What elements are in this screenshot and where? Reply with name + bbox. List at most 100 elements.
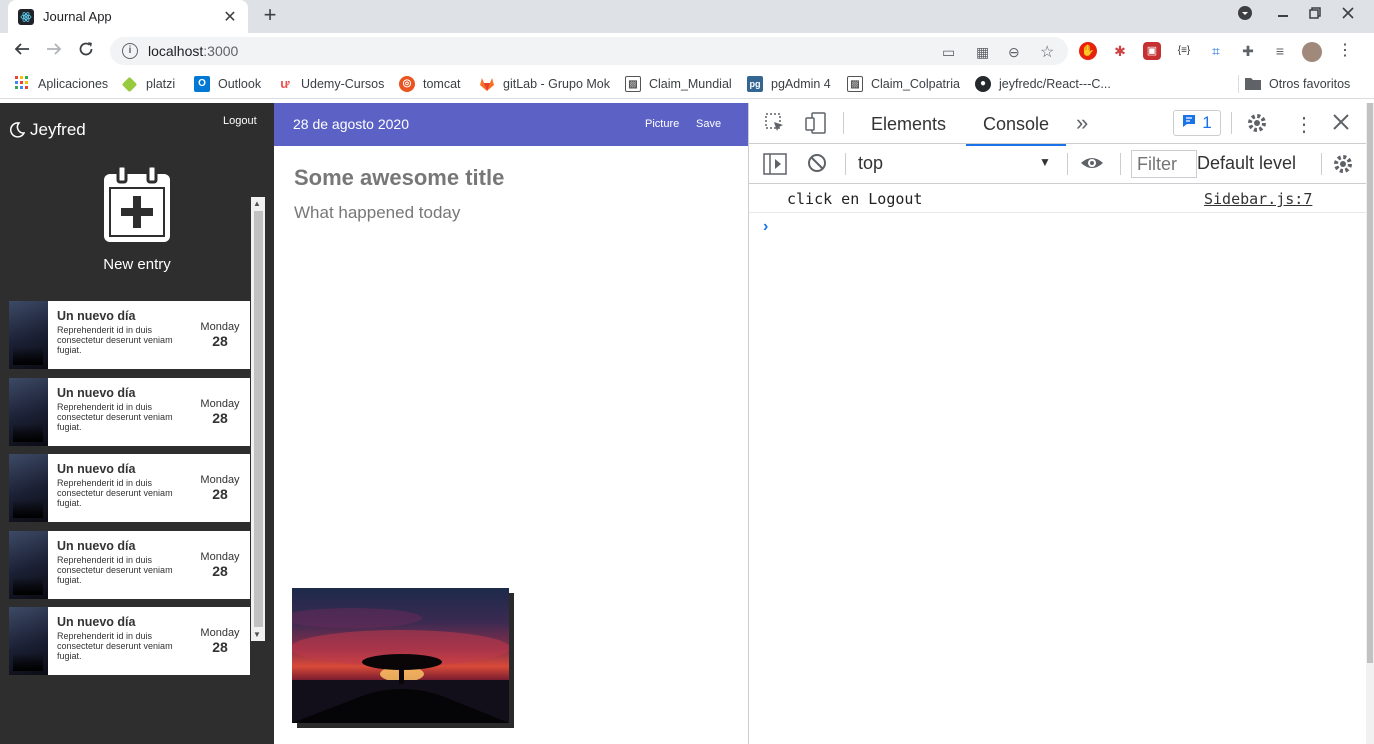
log-level-selector[interactable]: Default level — [1197, 153, 1296, 174]
new-tab-button[interactable]: + — [258, 4, 282, 28]
console-log-source-link[interactable]: Sidebar.js:7 — [1204, 190, 1312, 208]
minimize-icon[interactable] — [1273, 4, 1293, 21]
bookmark-label: pgAdmin 4 — [771, 77, 831, 91]
clear-console-icon[interactable] — [807, 153, 827, 178]
divider — [1120, 153, 1121, 175]
scroll-up-arrow-icon[interactable]: ▲ — [253, 199, 261, 208]
json-extension-icon[interactable]: {≡} — [1175, 42, 1193, 60]
bookmark-gitlab[interactable]: gitLab - Grupo Mok — [479, 75, 610, 93]
new-entry-button[interactable]: New entry — [0, 164, 274, 273]
grid-extension-icon[interactable]: ▣ — [1143, 42, 1161, 60]
media-control-icon[interactable]: ≡ — [1271, 42, 1289, 60]
entry-date: Monday 28 — [190, 607, 250, 675]
puzzle-extensions-icon[interactable]: ✚ — [1239, 42, 1257, 60]
scroll-down-arrow-icon[interactable]: ▼ — [253, 630, 261, 639]
save-button[interactable]: Save — [696, 118, 721, 130]
entry-thumbnail — [9, 454, 48, 522]
tab-elements[interactable]: Elements — [871, 114, 946, 135]
page-scrollbar[interactable] — [1366, 103, 1374, 744]
note-appbar: 28 de agosto 2020 Picture Save — [274, 103, 749, 146]
divider — [843, 112, 844, 134]
bookmark-claim-colpatria[interactable]: ▨ Claim_Colpatria — [847, 75, 960, 93]
device-toolbar-icon[interactable] — [805, 112, 827, 139]
ubuntu-icon: ◎ — [399, 76, 415, 92]
restore-icon[interactable] — [1305, 6, 1325, 22]
kebab-menu-icon[interactable]: ⋮ — [1294, 112, 1314, 137]
folder-icon — [1245, 76, 1261, 92]
live-expression-eye-icon[interactable] — [1080, 153, 1104, 178]
bookmark-label: gitLab - Grupo Mok — [503, 77, 610, 91]
journal-entry[interactable]: Un nuevo día Reprehenderit id in duis co… — [9, 607, 250, 675]
profile-avatar[interactable] — [1302, 42, 1322, 62]
address-bar[interactable]: i localhost:3000 ▭ ▦ ⊖ ☆ — [110, 37, 1068, 65]
context-selector[interactable]: top — [858, 153, 883, 174]
platzi-icon — [121, 76, 138, 92]
reload-icon[interactable] — [74, 39, 98, 63]
note-body-textarea[interactable]: What happened today — [294, 203, 460, 223]
adblock-extension-icon[interactable]: ✋ — [1079, 42, 1097, 60]
bookmark-label: platzi — [146, 77, 176, 91]
entry-day-number: 28 — [212, 410, 228, 426]
console-settings-gear-icon[interactable] — [1332, 153, 1354, 180]
browser-tab[interactable]: Journal App ✕ — [8, 0, 248, 33]
url-text: localhost:3000 — [148, 43, 238, 59]
entry-body: Un nuevo día Reprehenderit id in duis co… — [48, 454, 190, 522]
inspect-element-icon[interactable] — [765, 113, 785, 138]
entry-text: Reprehenderit id in duis consectetur des… — [57, 325, 173, 355]
bookmark-claim-mundial[interactable]: ▨ Claim_Mundial — [625, 75, 732, 93]
bookmark-star-icon[interactable]: ☆ — [1040, 42, 1054, 62]
note-editor: 28 de agosto 2020 Picture Save Some awes… — [274, 103, 749, 744]
brand: Jeyfred — [9, 120, 86, 140]
forward-icon[interactable] — [42, 39, 66, 63]
journal-entry[interactable]: Un nuevo día Reprehenderit id in duis co… — [9, 301, 250, 369]
tab-search-icon[interactable] — [1235, 6, 1255, 23]
browser-toolbar: i localhost:3000 ▭ ▦ ⊖ ☆ — [0, 33, 1374, 69]
picture-button[interactable]: Picture — [645, 118, 679, 130]
bookmark-pgadmin[interactable]: pg pgAdmin 4 — [747, 75, 831, 93]
menu-dots-icon[interactable]: ⋮ — [1336, 42, 1354, 60]
qr-code-icon[interactable]: ▦ — [976, 44, 989, 61]
back-icon[interactable] — [10, 39, 34, 63]
show-sidebar-icon[interactable] — [763, 153, 787, 180]
entry-day-number: 28 — [212, 486, 228, 502]
more-tabs-icon[interactable]: » — [1076, 110, 1088, 136]
react-icon — [18, 8, 34, 25]
bookmark-udemy[interactable]: ư Udemy-Cursos — [277, 75, 384, 93]
bookmark-aplicaciones[interactable]: Aplicaciones — [14, 75, 108, 93]
bug-extension-icon[interactable]: ✱ — [1111, 42, 1129, 60]
console-prompt-icon[interactable]: › — [763, 218, 768, 236]
dropdown-arrow-icon[interactable]: ▼ — [1039, 155, 1051, 169]
console-filter-input[interactable] — [1131, 150, 1197, 178]
brand-name: Jeyfred — [30, 120, 86, 139]
close-tab-icon[interactable]: ✕ — [222, 7, 238, 27]
bookmark-outlook[interactable]: O Outlook — [194, 75, 261, 93]
entry-body: Un nuevo día Reprehenderit id in duis co… — [48, 378, 190, 446]
bookmark-otros-favoritos[interactable]: Otros favoritos — [1238, 75, 1350, 93]
github-icon: ● — [975, 76, 991, 92]
note-title-input[interactable]: Some awesome title — [294, 165, 504, 191]
outlook-icon: O — [194, 76, 210, 92]
issues-badge[interactable]: 1 — [1173, 110, 1221, 136]
issues-count: 1 — [1202, 113, 1212, 132]
entry-text: Reprehenderit id in duis consectetur des… — [57, 631, 173, 661]
pg-icon: pg — [747, 76, 763, 92]
close-window-icon[interactable] — [1338, 6, 1358, 22]
bookmark-platzi[interactable]: platzi — [121, 75, 176, 93]
journal-entry[interactable]: Un nuevo día Reprehenderit id in duis co… — [9, 531, 250, 599]
journal-entry[interactable]: Un nuevo día Reprehenderit id in duis co… — [9, 378, 250, 446]
grid-frame-extension-icon[interactable]: ⌗ — [1207, 42, 1225, 60]
tab-console[interactable]: Console — [966, 114, 1067, 146]
bookmark-tomcat[interactable]: ◎ tomcat — [399, 75, 461, 93]
site-info-icon[interactable]: i — [122, 43, 138, 59]
bookmark-github-repo[interactable]: ● jeyfredc/React---C... — [975, 75, 1111, 93]
cast-icon[interactable]: ▭ — [942, 44, 955, 61]
settings-gear-icon[interactable] — [1246, 112, 1268, 139]
entries-scrollbar[interactable]: ▲ ▼ — [251, 197, 265, 641]
divider — [1321, 153, 1322, 175]
logout-button[interactable]: Logout — [223, 115, 257, 127]
zoom-icon[interactable]: ⊖ — [1008, 44, 1020, 61]
page-scrollbar-thumb[interactable] — [1367, 103, 1373, 663]
scrollbar-thumb[interactable] — [254, 211, 263, 627]
journal-entry[interactable]: Un nuevo día Reprehenderit id in duis co… — [9, 454, 250, 522]
close-devtools-icon[interactable] — [1332, 113, 1350, 136]
